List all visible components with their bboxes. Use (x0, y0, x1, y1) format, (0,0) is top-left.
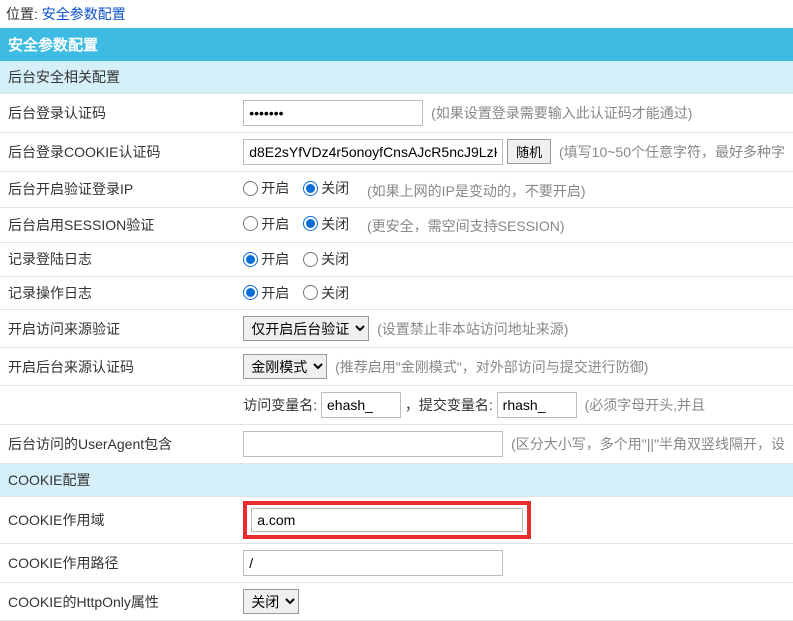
label-cookie-authcode: 后台登录COOKIE认证码 (0, 133, 235, 172)
label-useragent: 后台访问的UserAgent包含 (0, 425, 235, 464)
log-login-off-label: 关闭 (321, 249, 349, 269)
subsection-backend-security: 后台安全相关配置 (0, 61, 793, 94)
hint-verify-ip: (如果上网的IP是变动的，不要开启) (367, 183, 586, 199)
verify-ip-on-radio[interactable] (243, 181, 258, 196)
session-off-radio[interactable] (303, 216, 318, 231)
hint-cookie-authcode: (填写10~50个任意字符，最好多种字 (559, 144, 785, 160)
label-source-auth: 开启后台来源认证码 (0, 348, 235, 386)
label-session: 后台启用SESSION验证 (0, 207, 235, 243)
log-op-off-radio[interactable] (303, 285, 318, 300)
label-vars-empty (0, 386, 235, 425)
label-log-login: 记录登陆日志 (0, 243, 235, 277)
verify-ip-off-label: 关闭 (321, 178, 349, 198)
log-op-on-label: 开启 (261, 283, 289, 303)
breadcrumb-link[interactable]: 安全参数配置 (42, 6, 126, 22)
session-off-label: 关闭 (321, 214, 349, 234)
label-log-op: 记录操作日志 (0, 276, 235, 310)
label-cookie-httponly: COOKIE的HttpOnly属性 (0, 583, 235, 621)
label-cookie-domain: COOKIE作用域 (0, 497, 235, 544)
subsection-cookie: COOKIE配置 (0, 464, 793, 497)
submit-var-label: ，提交变量名: (405, 397, 493, 413)
access-var-input[interactable] (321, 392, 401, 418)
hint-useragent: (区分大小写，多个用"||"半角双竖线隔开，设 (511, 436, 785, 452)
login-authcode-input[interactable] (243, 100, 423, 126)
verify-ip-on-label: 开启 (261, 178, 289, 198)
hint-referer: (设置禁止非本站访问地址来源) (377, 321, 568, 337)
label-cookie-path: COOKIE作用路径 (0, 544, 235, 583)
session-on-radio[interactable] (243, 216, 258, 231)
hint-session: (更安全，需空间支持SESSION) (367, 218, 565, 234)
log-op-on-radio[interactable] (243, 285, 258, 300)
log-login-off-radio[interactable] (303, 252, 318, 267)
section-header: 安全参数配置 (0, 28, 793, 61)
cookie-domain-highlight (243, 501, 531, 539)
verify-ip-off-radio[interactable] (303, 181, 318, 196)
cookie-httponly-select[interactable]: 关闭 (243, 589, 299, 614)
access-var-label: 访问变量名: (243, 397, 317, 413)
hint-login-authcode: (如果设置登录需要输入此认证码才能通过) (431, 105, 692, 121)
useragent-input[interactable] (243, 431, 503, 457)
log-login-on-label: 开启 (261, 249, 289, 269)
label-login-authcode: 后台登录认证码 (0, 94, 235, 133)
session-on-label: 开启 (261, 214, 289, 234)
random-button[interactable]: 随机 (507, 139, 551, 164)
hint-vars: (必须字母开头,并且 (585, 397, 706, 413)
cookie-domain-input[interactable] (251, 508, 523, 532)
label-verify-ip: 后台开启验证登录IP (0, 172, 235, 208)
log-login-on-radio[interactable] (243, 252, 258, 267)
referer-select[interactable]: 仅开启后台验证 (243, 316, 369, 341)
cookie-path-input[interactable] (243, 550, 503, 576)
cookie-authcode-input[interactable] (243, 139, 503, 165)
hint-source-auth: (推荐启用"金刚模式"，对外部访问与提交进行防御) (335, 359, 648, 375)
log-op-off-label: 关闭 (321, 283, 349, 303)
breadcrumb: 位置: 安全参数配置 (0, 0, 793, 28)
breadcrumb-prefix: 位置: (6, 6, 42, 22)
label-referer: 开启访问来源验证 (0, 310, 235, 348)
source-auth-select[interactable]: 金刚模式 (243, 354, 327, 379)
submit-var-input[interactable] (497, 392, 577, 418)
